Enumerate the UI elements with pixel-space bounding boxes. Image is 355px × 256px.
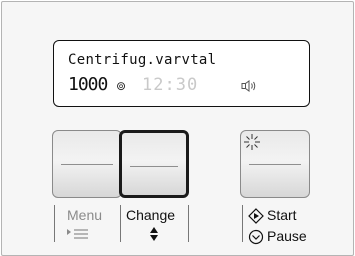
- label-separator: [54, 205, 55, 242]
- change-button[interactable]: [119, 130, 189, 198]
- label-separator: [120, 205, 121, 242]
- lcd-display: Centrifug.varvtal 1000 ⊚ 12:30: [53, 40, 310, 107]
- button-divider-line: [61, 164, 113, 165]
- start-pause-button[interactable]: [240, 130, 310, 198]
- menu-arrow-icon: [67, 229, 88, 239]
- start-label: Start: [267, 207, 297, 223]
- button-divider-line: [130, 166, 178, 167]
- program-name-text: Centrifug.varvtal: [68, 52, 217, 68]
- pause-circle-icon: [248, 229, 264, 245]
- spin-speed-value: 1000: [68, 74, 108, 95]
- speaker-icon: [241, 80, 256, 92]
- time-value: 12:30: [142, 75, 199, 95]
- change-label: Change: [126, 207, 176, 223]
- label-separator: [188, 205, 189, 242]
- pause-label: Pause: [267, 228, 307, 244]
- start-diamond-icon: [248, 208, 264, 224]
- menu-label: Menu: [67, 207, 103, 223]
- spin-icon: ⊚: [116, 79, 127, 93]
- label-separator: [242, 205, 243, 242]
- button-divider-line: [249, 164, 301, 165]
- menu-button[interactable]: [52, 130, 122, 198]
- up-down-arrows-icon: [150, 227, 158, 241]
- sparkle-icon: [244, 134, 260, 150]
- control-panel: Centrifug.varvtal 1000 ⊚ 12:30 Menu Chan…: [1, 1, 354, 256]
